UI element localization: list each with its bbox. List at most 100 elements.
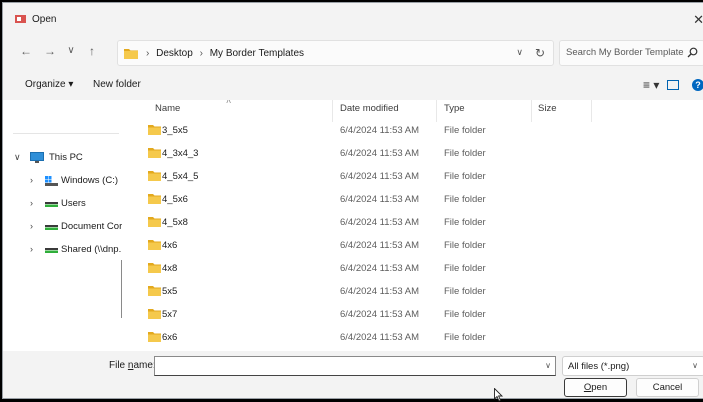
- refresh-icon[interactable]: ↻: [535, 46, 545, 60]
- column-header-name[interactable]: Name ˄: [124, 100, 332, 122]
- file-name: 4x8: [162, 263, 178, 274]
- column-header-type[interactable]: Type: [437, 100, 532, 122]
- preview-pane-icon[interactable]: [667, 80, 679, 90]
- file-name: 4_5x6: [162, 194, 188, 205]
- window-title: Open: [32, 14, 57, 25]
- file-row[interactable]: 5x5 6/4/2024 11:53 AM File folder: [124, 282, 703, 305]
- breadcrumb-separator: ›: [146, 48, 150, 59]
- file-row[interactable]: 4_3x4_3 6/4/2024 11:53 AM File folder: [124, 144, 703, 167]
- sidebar-item-users[interactable]: › Users: [3, 194, 122, 214]
- open-button[interactable]: Open: [564, 378, 627, 397]
- sidebar-item-label: Users: [61, 198, 86, 209]
- column-label: Date modified: [340, 103, 399, 114]
- close-icon[interactable]: ✕: [693, 12, 703, 28]
- file-row[interactable]: 5x7 6/4/2024 11:53 AM File folder: [124, 305, 703, 328]
- file-row[interactable]: 4x8 6/4/2024 11:53 AM File folder: [124, 259, 703, 282]
- chevron-right-icon[interactable]: ›: [30, 198, 33, 208]
- folder-icon: [148, 286, 161, 296]
- sidebar-item-document-center[interactable]: › Document Cor: [3, 217, 122, 237]
- sidebar-item-this-pc[interactable]: ∨ This PC: [3, 148, 122, 168]
- column-label: Size: [538, 103, 557, 114]
- back-arrow-icon[interactable]: ←: [18, 44, 34, 58]
- new-folder-button[interactable]: New folder: [93, 79, 141, 90]
- file-name-combobox: ∨: [154, 356, 556, 376]
- folder-icon: [148, 148, 161, 158]
- file-list: Name ˄ Date modified Type Size 3_5x5 6/4/…: [124, 100, 703, 351]
- file-type: File folder: [444, 332, 486, 343]
- network-drive-icon: [45, 202, 58, 207]
- column-header-size[interactable]: Size: [532, 100, 592, 122]
- folder-icon: [148, 217, 161, 227]
- organize-menu-button[interactable]: Organize ▾: [25, 79, 73, 90]
- file-type: File folder: [444, 125, 486, 136]
- help-icon[interactable]: ?: [692, 79, 703, 91]
- file-date-modified: 6/4/2024 11:53 AM: [340, 171, 420, 182]
- title-bar: Open ✕: [3, 3, 703, 35]
- file-date-modified: 6/4/2024 11:53 AM: [340, 217, 420, 228]
- command-bar: Organize ▾ New folder ≡ ▾ ?: [3, 70, 703, 100]
- file-name-label: File name:: [109, 360, 156, 371]
- file-name-input[interactable]: [159, 360, 539, 371]
- sidebar-scrollbar[interactable]: [121, 260, 122, 318]
- sidebar-item-label: Windows (C:): [61, 175, 119, 186]
- view-options-icon[interactable]: ≡ ▾: [643, 78, 659, 92]
- file-name: 5x5: [162, 286, 178, 297]
- recent-locations-icon[interactable]: ∨: [63, 45, 79, 56]
- search-icon[interactable]: [687, 47, 698, 58]
- file-row[interactable]: 3_5x5 6/4/2024 11:53 AM File folder: [124, 121, 703, 144]
- sidebar-item-label: This PC: [49, 152, 83, 163]
- folder-icon: [148, 194, 161, 204]
- address-row: ← → ∨ ↑ › Desktop › My Border Templates …: [3, 35, 703, 70]
- breadcrumb-item-desktop[interactable]: Desktop: [156, 48, 193, 59]
- file-row[interactable]: 4_5x8 6/4/2024 11:53 AM File folder: [124, 213, 703, 236]
- folder-icon: [148, 240, 161, 250]
- chevron-down-icon[interactable]: ∨: [545, 361, 551, 370]
- file-type-select[interactable]: All files (*.png) ∨: [562, 356, 703, 376]
- file-name: 4_5x4_5: [162, 171, 199, 182]
- file-date-modified: 6/4/2024 11:53 AM: [340, 148, 420, 159]
- file-type: File folder: [444, 194, 486, 205]
- chevron-down-icon[interactable]: ∨: [14, 152, 21, 163]
- sidebar-item-windows-c[interactable]: › Windows (C:): [3, 171, 122, 191]
- sidebar-item-shared[interactable]: › Shared (\\dnp.: [3, 240, 122, 260]
- dialog-footer: File name: ∨ All files (*.png) ∨ Open Ca…: [3, 351, 703, 398]
- open-button-label: pen: [591, 382, 608, 393]
- file-row[interactable]: 4x6 6/4/2024 11:53 AM File folder: [124, 236, 703, 259]
- column-separator[interactable]: [591, 100, 592, 122]
- up-arrow-icon[interactable]: ↑: [84, 44, 100, 58]
- breadcrumb-separator: ›: [199, 48, 203, 59]
- folder-icon: [148, 263, 161, 273]
- navigation-pane: ∨ This PC › Windows (C:) › Users › Docum…: [3, 100, 122, 351]
- file-date-modified: 6/4/2024 11:53 AM: [340, 125, 420, 136]
- file-row[interactable]: 4_5x4_5 6/4/2024 11:53 AM File folder: [124, 167, 703, 190]
- file-type-value: All files (*.png): [568, 361, 630, 372]
- file-type: File folder: [444, 263, 486, 274]
- network-drive-icon: [45, 248, 58, 253]
- chevron-right-icon[interactable]: ›: [30, 175, 33, 185]
- chevron-down-icon[interactable]: ∨: [516, 47, 523, 58]
- folder-icon: [148, 125, 161, 135]
- forward-arrow-icon[interactable]: →: [42, 44, 58, 58]
- search-box: [559, 40, 703, 66]
- file-type: File folder: [444, 217, 486, 228]
- column-header-date-modified[interactable]: Date modified: [333, 100, 436, 122]
- address-bar[interactable]: › Desktop › My Border Templates ∨ ↻: [117, 40, 554, 66]
- cancel-button[interactable]: Cancel: [636, 378, 699, 397]
- file-type: File folder: [444, 240, 486, 251]
- file-row[interactable]: 6x6 6/4/2024 11:53 AM File folder: [124, 328, 703, 351]
- breadcrumb-item-current[interactable]: My Border Templates: [210, 48, 304, 59]
- breadcrumb: › Desktop › My Border Templates: [142, 48, 304, 59]
- chevron-right-icon[interactable]: ›: [30, 244, 33, 254]
- file-type: File folder: [444, 286, 486, 297]
- search-input[interactable]: [566, 47, 684, 58]
- file-date-modified: 6/4/2024 11:53 AM: [340, 194, 420, 205]
- app-icon: [15, 15, 26, 23]
- file-date-modified: 6/4/2024 11:53 AM: [340, 332, 420, 343]
- chevron-right-icon[interactable]: ›: [30, 221, 33, 231]
- file-name-label-text: File: [109, 360, 128, 371]
- drive-icon: [45, 176, 58, 186]
- file-name: 4_5x8: [162, 217, 188, 228]
- file-row[interactable]: 4_5x6 6/4/2024 11:53 AM File folder: [124, 190, 703, 213]
- file-name: 5x7: [162, 309, 178, 320]
- folder-icon: [148, 309, 161, 319]
